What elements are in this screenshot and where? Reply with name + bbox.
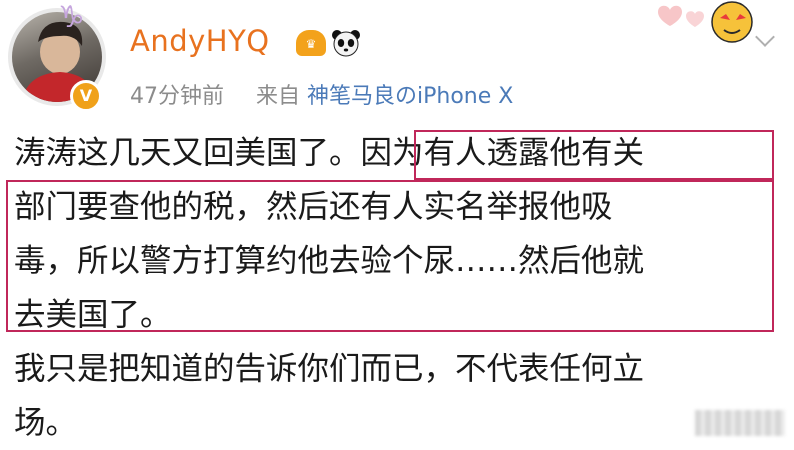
panda-icon [332, 30, 360, 57]
post-line-1b: 因为有人透露他有关 [360, 135, 645, 171]
verified-icon: V [70, 80, 102, 112]
post-meta: 47分钟前 来自 神笔马良のiPhone X [130, 78, 513, 110]
post-line-3: 毒，所以警方打算约他去验个尿……然后他就 [14, 243, 645, 279]
post-line-2: 部门要查他的税，然后还有人实名举报他吸 [14, 189, 613, 225]
post-time: 47分钟前 [130, 84, 224, 109]
source-prefix: 来自 [256, 84, 301, 109]
post-line-1: 涛涛这几天又回美国了。 [14, 135, 361, 171]
cartoon-face-sticker-icon [658, 1, 753, 43]
vip-crown-icon[interactable]: ♛ [296, 30, 326, 56]
post-line-5: 我只是把知道的告诉你们而已，不代表任何立 [14, 351, 645, 387]
zodiac-capricorn-icon: ♑ [58, 0, 85, 35]
source-device-link[interactable]: 神笔马良のiPhone X [307, 84, 513, 109]
post-body: 涛涛这几天又回美国了。因为有人透露他有关 部门要查他的税，然后还有人实名举报他吸… [14, 126, 794, 450]
username[interactable]: AndyHYQ [130, 24, 270, 58]
blurred-watermark [695, 410, 785, 436]
post-line-6: 场。 [14, 405, 78, 441]
post-line-4: 去美国了。 [14, 297, 172, 333]
